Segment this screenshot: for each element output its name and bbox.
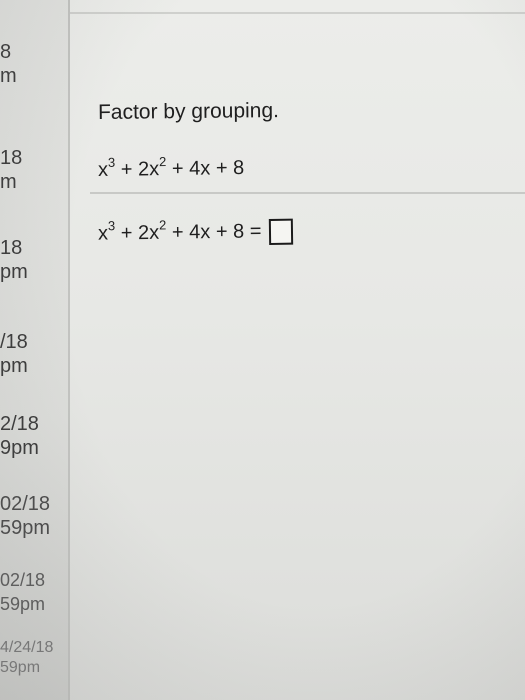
- question-divider: [90, 192, 525, 194]
- due-date-item[interactable]: /18 pm: [0, 330, 68, 378]
- due-date-item[interactable]: 8 m: [0, 40, 68, 88]
- due-date-item[interactable]: 4/24/18 59pm: [0, 638, 68, 678]
- due-time: 9pm: [0, 437, 39, 459]
- due-date: 18: [0, 237, 23, 259]
- due-time: pm: [0, 261, 28, 283]
- due-date: 8: [0, 41, 12, 63]
- due-date-column: 8 m 18 m 18 pm /18 pm 2/18 9pm 02/18 59p…: [0, 0, 70, 700]
- due-time: m: [0, 171, 17, 193]
- due-time: m: [0, 65, 17, 87]
- due-date: 4/24/18: [0, 639, 54, 656]
- due-time: 59pm: [0, 517, 51, 539]
- question-panel: Factor by grouping. x3 + 2x2 + 4x + 8 x3…: [70, 0, 525, 700]
- due-date-item[interactable]: 02/18 59pm: [0, 492, 68, 540]
- due-time: 59pm: [0, 594, 46, 614]
- question-instruction: Factor by grouping.: [97, 99, 280, 124]
- due-date: /18: [0, 331, 28, 353]
- answer-line: x3 + 2x2 + 4x + 8 =: [98, 218, 294, 248]
- due-date-item[interactable]: 02/18 59pm: [0, 568, 68, 616]
- top-divider: [70, 12, 525, 14]
- screen: 8 m 18 m 18 pm /18 pm 2/18 9pm 02/18 59p…: [0, 0, 525, 700]
- due-date: 02/18: [0, 570, 46, 590]
- answer-input-box[interactable]: [268, 218, 294, 245]
- question-expression: x3 + 2x2 + 4x + 8: [97, 154, 245, 182]
- due-date-item[interactable]: 18 m: [0, 146, 68, 194]
- due-date-item[interactable]: 2/18 9pm: [0, 412, 68, 460]
- due-date: 2/18: [0, 413, 39, 435]
- due-date: 18: [0, 147, 23, 169]
- due-date: 02/18: [0, 493, 51, 515]
- due-time: pm: [0, 355, 28, 377]
- due-date-item[interactable]: 18 pm: [0, 236, 68, 284]
- due-time: 59pm: [0, 659, 41, 676]
